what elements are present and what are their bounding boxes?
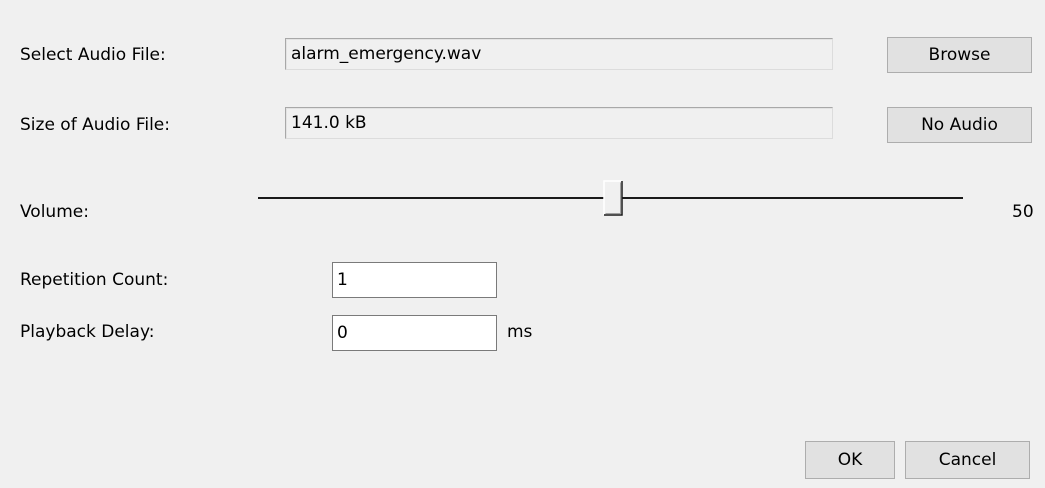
audio-file-size-field: 141.0 kB [285,107,833,139]
playback-delay-unit: ms [507,322,533,342]
repetition-count-label: Repetition Count: [20,270,169,290]
repetition-count-input[interactable]: 1 [332,262,497,298]
audio-file-size-label: Size of Audio File: [20,115,170,135]
playback-delay-input[interactable]: 0 [332,315,497,351]
volume-slider-thumb[interactable] [603,180,623,216]
browse-button[interactable]: Browse [887,37,1032,73]
audio-file-path-field: alarm_emergency.wav [285,38,833,70]
volume-label: Volume: [20,202,89,222]
volume-value: 50 [1012,202,1034,222]
cancel-button[interactable]: Cancel [905,441,1030,479]
playback-delay-label: Playback Delay: [20,322,155,342]
no-audio-button[interactable]: No Audio [887,107,1032,143]
ok-button[interactable]: OK [805,441,895,479]
select-audio-file-label: Select Audio File: [20,45,166,65]
